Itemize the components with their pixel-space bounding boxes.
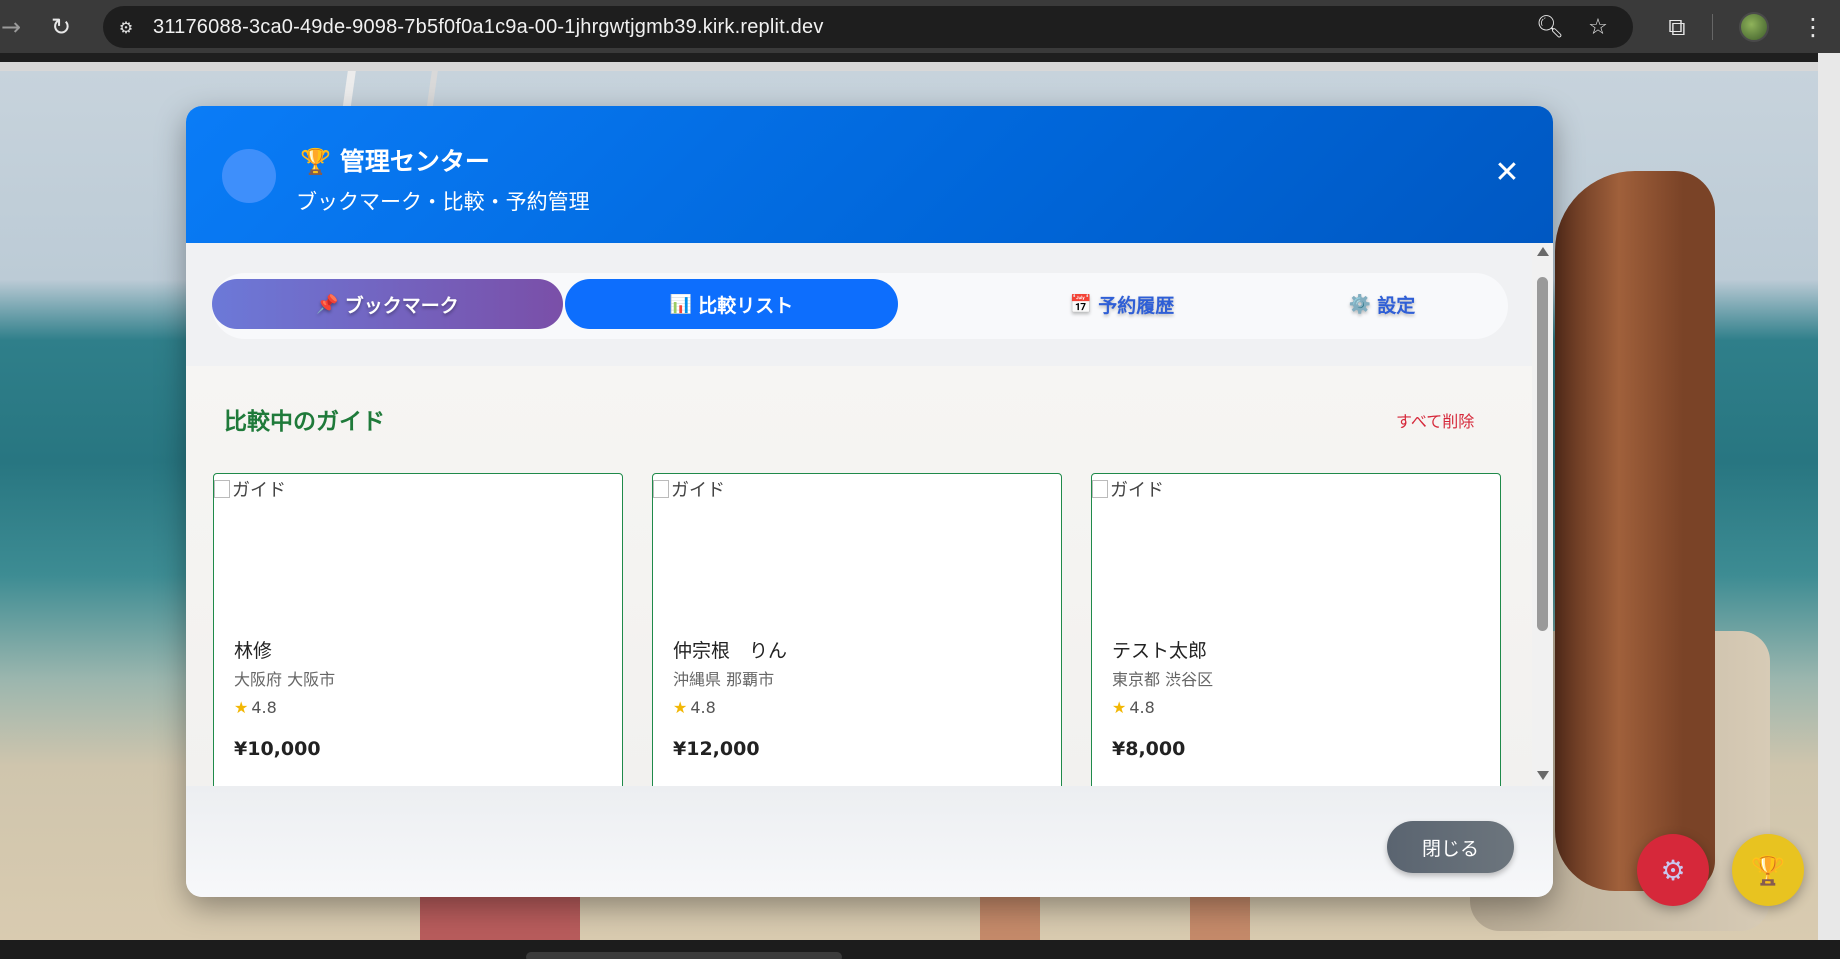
toolbar-divider bbox=[1712, 14, 1713, 40]
guide-location: 大阪府 大阪市 bbox=[234, 670, 336, 689]
bar-chart-icon: 📊 bbox=[669, 293, 693, 315]
tabs-area: 📌 ブックマーク 📊 比較リスト 📅 予約履歴 ⚙️ 設定 bbox=[186, 243, 1532, 366]
tab-label: 比較リスト bbox=[698, 294, 794, 317]
guide-rating: ★ 4.8 bbox=[1112, 698, 1155, 717]
close-icon[interactable]: ✕ bbox=[1492, 158, 1522, 188]
site-info-icon[interactable]: ⚙ bbox=[109, 10, 143, 44]
pushpin-icon: 📌 bbox=[316, 293, 339, 315]
tab-label: 予約履歴 bbox=[1098, 294, 1175, 317]
management-modal: 🏆 管理センター ブックマーク・比較・予約管理 ✕ 📌 ブックマーク 📊 比較リ… bbox=[186, 106, 1553, 897]
guide-location: 東京都 渋谷区 bbox=[1112, 670, 1214, 689]
extensions-icon[interactable]: ⧉ bbox=[1660, 10, 1694, 44]
page-top-bar bbox=[0, 62, 1818, 71]
scroll-down-icon[interactable] bbox=[1537, 771, 1549, 780]
modal-title: 🏆 管理センター bbox=[300, 142, 490, 178]
profile-avatar[interactable] bbox=[1739, 12, 1769, 42]
url-text[interactable]: 31176088-3ca0-49de-9098-7b5f0f0a1c9a-00-… bbox=[153, 16, 824, 39]
rating-value: 4.8 bbox=[1129, 698, 1155, 717]
trophy-icon: 🏆 bbox=[300, 147, 332, 176]
guide-rating: ★ 4.8 bbox=[234, 698, 277, 717]
tab-settings[interactable]: ⚙️ 設定 bbox=[1232, 279, 1532, 329]
guide-image: ガイド bbox=[1092, 476, 1164, 502]
rating-value: 4.8 bbox=[690, 698, 716, 717]
tab-bar: 📌 ブックマーク 📊 比較リスト 📅 予約履歴 ⚙️ 設定 bbox=[212, 273, 1508, 339]
management-center-fab[interactable]: 🏆 bbox=[1732, 834, 1804, 906]
modal-subtitle: ブックマーク・比較・予約管理 bbox=[296, 190, 590, 214]
sailboat-mast bbox=[342, 71, 438, 111]
trophy-icon: 🏆 bbox=[1750, 853, 1786, 887]
guide-rating: ★ 4.8 bbox=[673, 698, 716, 717]
guide-name: テスト太郎 bbox=[1112, 640, 1208, 662]
taskbar-search[interactable] bbox=[526, 952, 842, 959]
tab-label: ブックマーク bbox=[344, 294, 459, 317]
person-figure bbox=[1555, 171, 1715, 891]
tab-label: 設定 bbox=[1377, 294, 1416, 317]
more-menu-icon[interactable]: ⋮ bbox=[1796, 10, 1830, 44]
scroll-thumb[interactable] bbox=[1537, 277, 1548, 631]
modal-scrollbar[interactable] bbox=[1532, 243, 1553, 786]
gear-icon: ⚙️ bbox=[1348, 293, 1372, 315]
person-legs bbox=[420, 891, 580, 940]
gear-icon: ⚙ bbox=[1660, 853, 1686, 887]
guide-card[interactable]: ガイド 林修 大阪府 大阪市 ★ 4.8 ¥10,000 bbox=[213, 473, 623, 786]
calendar-icon: 📅 bbox=[1069, 293, 1093, 315]
header-avatar bbox=[222, 149, 276, 203]
modal-header: 🏆 管理センター ブックマーク・比較・予約管理 ✕ bbox=[186, 106, 1553, 243]
address-bar[interactable]: ⚙ 31176088-3ca0-49de-9098-7b5f0f0a1c9a-0… bbox=[103, 6, 1633, 48]
star-icon: ★ bbox=[1112, 698, 1127, 717]
modal-title-text: 管理センター bbox=[339, 147, 490, 176]
person-legs bbox=[1190, 891, 1250, 940]
close-button[interactable]: 閉じる bbox=[1387, 821, 1514, 873]
modal-footer: 閉じる bbox=[186, 786, 1553, 897]
guide-name: 仲宗根 りん bbox=[673, 640, 788, 662]
reload-icon[interactable]: ↻ bbox=[44, 10, 78, 44]
person-legs bbox=[980, 891, 1040, 940]
guide-card[interactable]: ガイド 仲宗根 りん 沖縄県 那覇市 ★ 4.8 ¥12,000 bbox=[652, 473, 1062, 786]
bookmark-star-icon[interactable]: ☆ bbox=[1581, 10, 1615, 44]
section-title: 比較中のガイド bbox=[224, 409, 385, 435]
guide-price: ¥8,000 bbox=[1112, 738, 1186, 760]
tab-booking-history[interactable]: 📅 予約履歴 bbox=[972, 279, 1272, 329]
tab-compare-list[interactable]: 📊 比較リスト bbox=[565, 279, 898, 329]
star-icon: ★ bbox=[673, 698, 688, 717]
scroll-up-icon[interactable] bbox=[1537, 247, 1549, 256]
os-taskbar bbox=[0, 940, 1840, 959]
guide-image: ガイド bbox=[214, 476, 286, 502]
settings-fab[interactable]: ⚙ bbox=[1637, 834, 1709, 906]
guide-location: 沖縄県 那覇市 bbox=[673, 670, 775, 689]
guide-image: ガイド bbox=[653, 476, 725, 502]
page-scrollbar[interactable] bbox=[1818, 53, 1840, 940]
guide-price: ¥12,000 bbox=[673, 738, 760, 760]
browser-toolbar: → ↻ ⚙ 31176088-3ca0-49de-9098-7b5f0f0a1c… bbox=[0, 0, 1840, 53]
delete-all-button[interactable]: すべて削除 bbox=[1396, 408, 1474, 432]
compare-content: 比較中のガイド すべて削除 ガイド 林修 大阪府 大阪市 ★ 4.8 ¥10,00… bbox=[186, 366, 1532, 786]
guide-name: 林修 bbox=[234, 640, 273, 662]
guide-price: ¥10,000 bbox=[234, 738, 321, 760]
guide-card[interactable]: ガイド テスト太郎 東京都 渋谷区 ★ 4.8 ¥8,000 bbox=[1091, 473, 1501, 786]
forward-icon[interactable]: → bbox=[0, 10, 28, 44]
zoom-icon[interactable]: 🔍︎ bbox=[1533, 10, 1567, 44]
rating-value: 4.8 bbox=[251, 698, 277, 717]
star-icon: ★ bbox=[234, 698, 249, 717]
tab-bookmarks[interactable]: 📌 ブックマーク bbox=[212, 279, 563, 329]
